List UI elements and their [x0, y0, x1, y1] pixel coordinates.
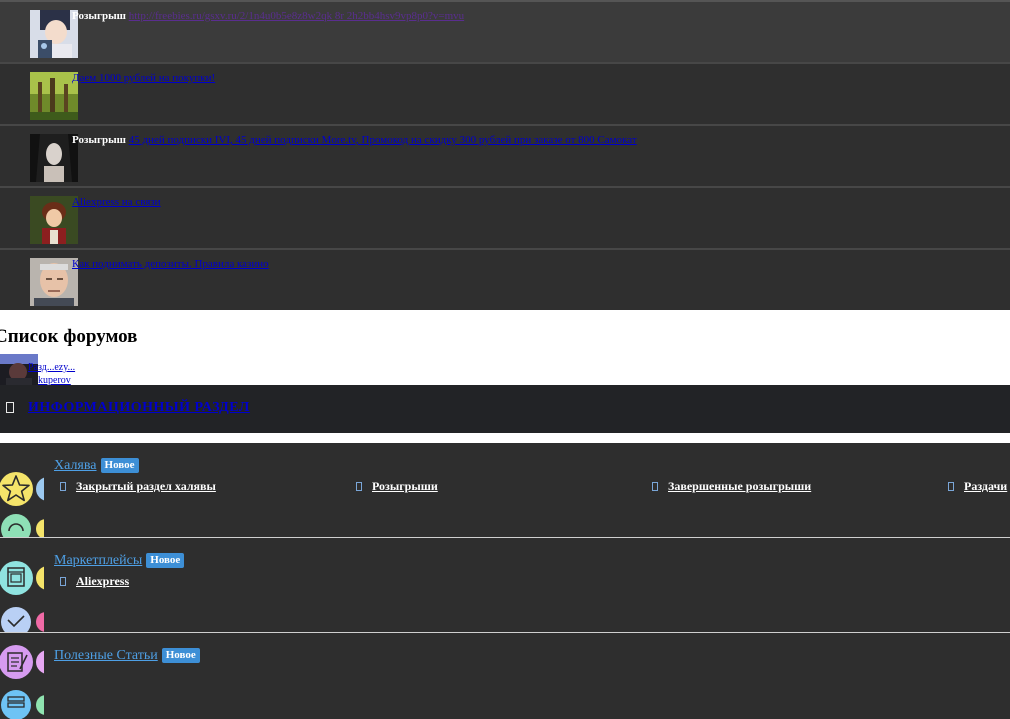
- subforum-square-icon: [356, 482, 362, 491]
- thread-title-link[interactable]: Как поднимать депозиты. Правила казино: [72, 258, 269, 270]
- thread-title-link[interactable]: Даем 1000 рублей на покупки!: [72, 72, 215, 84]
- subforum-link[interactable]: Завершенные розыгрыши: [652, 479, 811, 494]
- avatar[interactable]: [30, 196, 78, 244]
- thread-title-link[interactable]: 45 дней подписки IVI, 45 дней подписки M…: [129, 134, 637, 146]
- subforum-link[interactable]: Закрытый раздел халявы: [60, 479, 216, 494]
- notepad-icon: [0, 645, 33, 679]
- forum-row: Халява Новое Закрытый раздел халявы Розыг…: [0, 443, 1010, 538]
- forum-list: Халява Новое Закрытый раздел халявы Розыг…: [0, 443, 1010, 719]
- thread-prefix: Розыгрыш: [72, 134, 126, 146]
- globe-icon: [36, 477, 44, 501]
- cart-icon: [36, 566, 44, 590]
- category-title-link[interactable]: ИНФОРМАЦИОННЫЙ РАЗДЕЛ: [28, 400, 250, 416]
- thread-item: Розыгрыш 45 дней подписки IVI, 45 дней п…: [0, 124, 1010, 186]
- user-widget-link[interactable]: Разд...ezy...: [28, 362, 75, 374]
- forum-title-link[interactable]: Халява Новое: [54, 458, 139, 474]
- thread-title-link[interactable]: http://freebies.ru/gsxv.ru/2/1n4u0b5e8z8…: [129, 10, 464, 22]
- thread-item: Даем 1000 рублей на покупки!: [0, 62, 1010, 124]
- subforum-square-icon: [652, 482, 658, 491]
- subforum-square-icon: [948, 482, 954, 491]
- subforum-link[interactable]: Aliexpress: [60, 574, 129, 589]
- avatar[interactable]: [30, 134, 78, 182]
- new-badge: Новое: [161, 648, 200, 663]
- subforum-link[interactable]: Раздачи: [948, 479, 1007, 494]
- collapse-square-icon[interactable]: [6, 402, 14, 413]
- subforum-square-icon: [60, 577, 66, 586]
- forum-icon-cluster: [0, 538, 44, 633]
- forum-icon-cluster: [0, 443, 44, 538]
- new-badge: Новое: [146, 553, 185, 568]
- forum-title-link[interactable]: Полезные Статьи Новое: [54, 648, 200, 664]
- star-icon: [0, 472, 33, 506]
- forum-row: Полезные Статьи Новое: [0, 633, 1010, 719]
- user-widget[interactable]: Разд...ezy... kuperov: [0, 354, 120, 388]
- subforum-square-icon: [60, 482, 66, 491]
- category-header: ИНФОРМАЦИОННЫЙ РАЗДЕЛ: [0, 385, 1010, 433]
- store-icon: [0, 561, 33, 595]
- thread-item: Как поднимать депозиты. Правила казино: [0, 248, 1010, 310]
- thread-prefix: Розыгрыш: [72, 10, 126, 22]
- forum-icon-cluster: [0, 633, 44, 719]
- forum-title-link[interactable]: Маркетплейсы Новое: [54, 553, 185, 569]
- thread-item: Aliexpress на связи: [0, 186, 1010, 248]
- thread-title-link[interactable]: Aliexpress на связи: [72, 196, 161, 208]
- document-stack-icon: [1, 690, 31, 719]
- recent-threads-list: Розыгрыш http://freebies.ru/gsxv.ru/2/1n…: [0, 0, 1010, 312]
- subforum-link[interactable]: Розыгрыши: [356, 479, 438, 494]
- avatar[interactable]: [30, 72, 78, 120]
- forum-row: Маркетплейсы Новое Aliexpress: [0, 538, 1010, 633]
- avatar[interactable]: [30, 10, 78, 58]
- page-title: Список форумов: [0, 326, 138, 347]
- avatar[interactable]: [30, 258, 78, 306]
- new-badge: Новое: [100, 458, 139, 473]
- thread-item: Розыгрыш http://freebies.ru/gsxv.ru/2/1n…: [0, 0, 1010, 62]
